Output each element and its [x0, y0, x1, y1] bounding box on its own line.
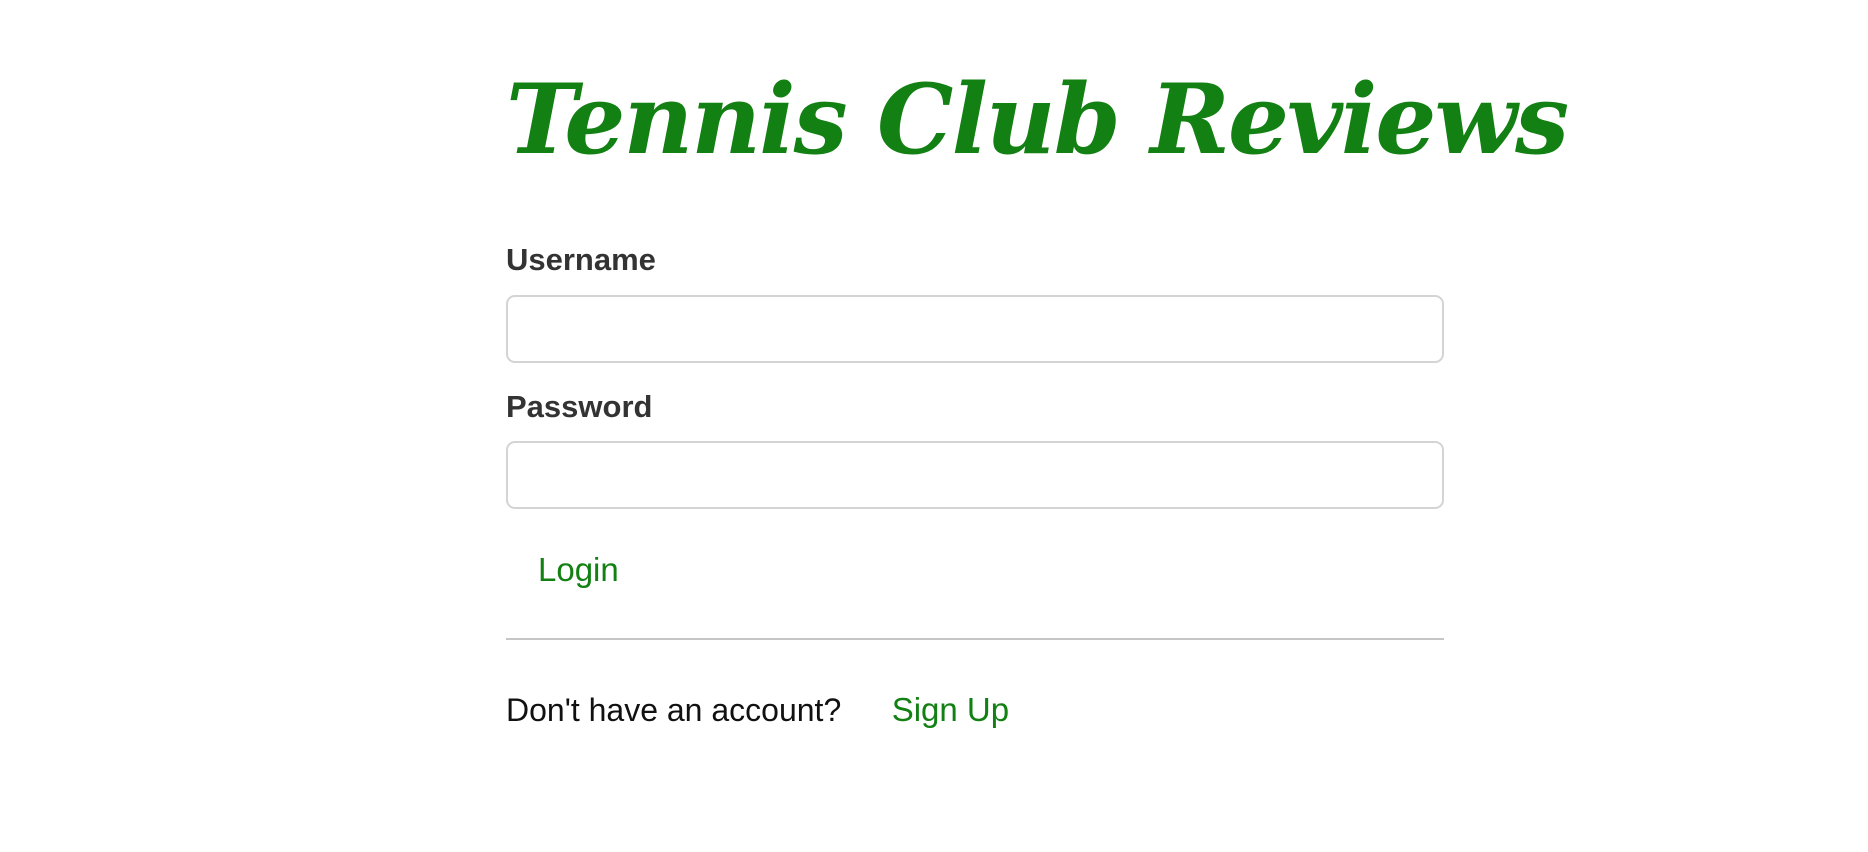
signup-link[interactable]: Sign Up — [892, 691, 1009, 728]
signup-prompt: Don't have an account? — [506, 692, 842, 728]
password-input[interactable] — [506, 441, 1444, 509]
password-label: Password — [506, 389, 653, 424]
divider — [506, 638, 1444, 640]
username-label: Username — [506, 242, 656, 277]
page-title: Tennis Club Reviews — [506, 63, 1569, 176]
login-button[interactable]: Login — [538, 546, 619, 594]
username-input[interactable] — [506, 295, 1444, 363]
signup-row: Don't have an account? Sign Up — [506, 686, 1009, 734]
